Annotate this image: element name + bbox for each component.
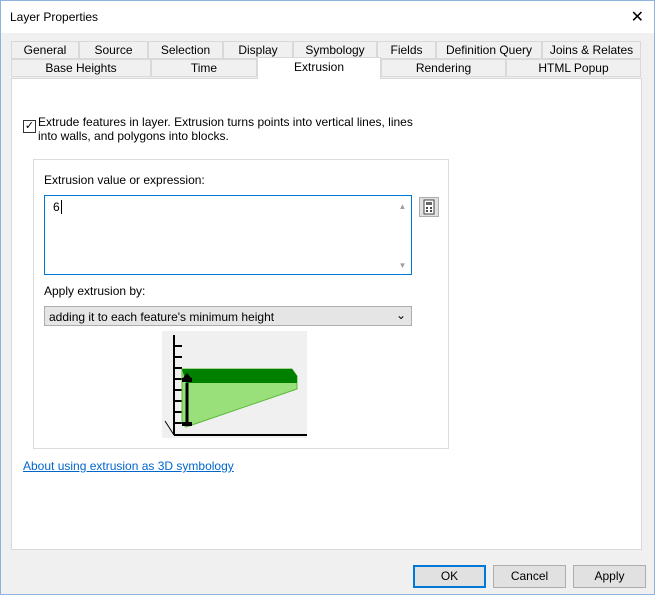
about-extrusion-link[interactable]: About using extrusion as 3D symbology (23, 459, 234, 473)
scrollbar[interactable]: ▲ ▼ (394, 196, 411, 274)
tab-definition-query[interactable]: Definition Query (436, 41, 542, 59)
expression-value: 6 (53, 200, 60, 214)
tab-joins-relates[interactable]: Joins & Relates (542, 41, 641, 59)
tab-general[interactable]: General (11, 41, 79, 59)
tab-base-heights[interactable]: Base Heights (11, 59, 151, 77)
tab-html-popup[interactable]: HTML Popup (506, 59, 641, 77)
tab-extrusion[interactable]: Extrusion (257, 57, 381, 79)
layer-properties-dialog: Layer Properties ✕ General Source Selectio… (0, 0, 655, 595)
extrude-label: Extrude features in layer. Extrusion tur… (38, 115, 413, 143)
cancel-button[interactable]: Cancel (493, 565, 566, 588)
tab-selection[interactable]: Selection (148, 41, 223, 59)
tab-source[interactable]: Source (79, 41, 148, 59)
tab-rendering[interactable]: Rendering (381, 59, 506, 77)
tab-fields[interactable]: Fields (377, 41, 436, 59)
calculator-button[interactable] (419, 197, 439, 217)
window-title: Layer Properties (10, 10, 99, 24)
value-label: Extrusion value or expression: (44, 173, 205, 187)
tab-time[interactable]: Time (151, 59, 257, 77)
ok-button[interactable]: OK (413, 565, 486, 588)
apply-extrusion-select[interactable]: adding it to each feature's minimum heig… (44, 306, 412, 326)
extrusion-diagram (162, 331, 307, 438)
close-icon[interactable]: ✕ (631, 7, 644, 27)
apply-label: Apply extrusion by: (44, 284, 146, 298)
extrude-checkbox[interactable]: ✓ (23, 120, 36, 133)
chevron-down-icon: ⌄ (395, 308, 406, 322)
apply-button[interactable]: Apply (573, 565, 646, 588)
calculator-icon (423, 199, 435, 215)
title-bar: Layer Properties ✕ (1, 1, 654, 33)
apply-selected-value: adding it to each feature's minimum heig… (49, 310, 275, 324)
extrusion-expression-input[interactable]: 6 ▲ ▼ (44, 195, 412, 275)
